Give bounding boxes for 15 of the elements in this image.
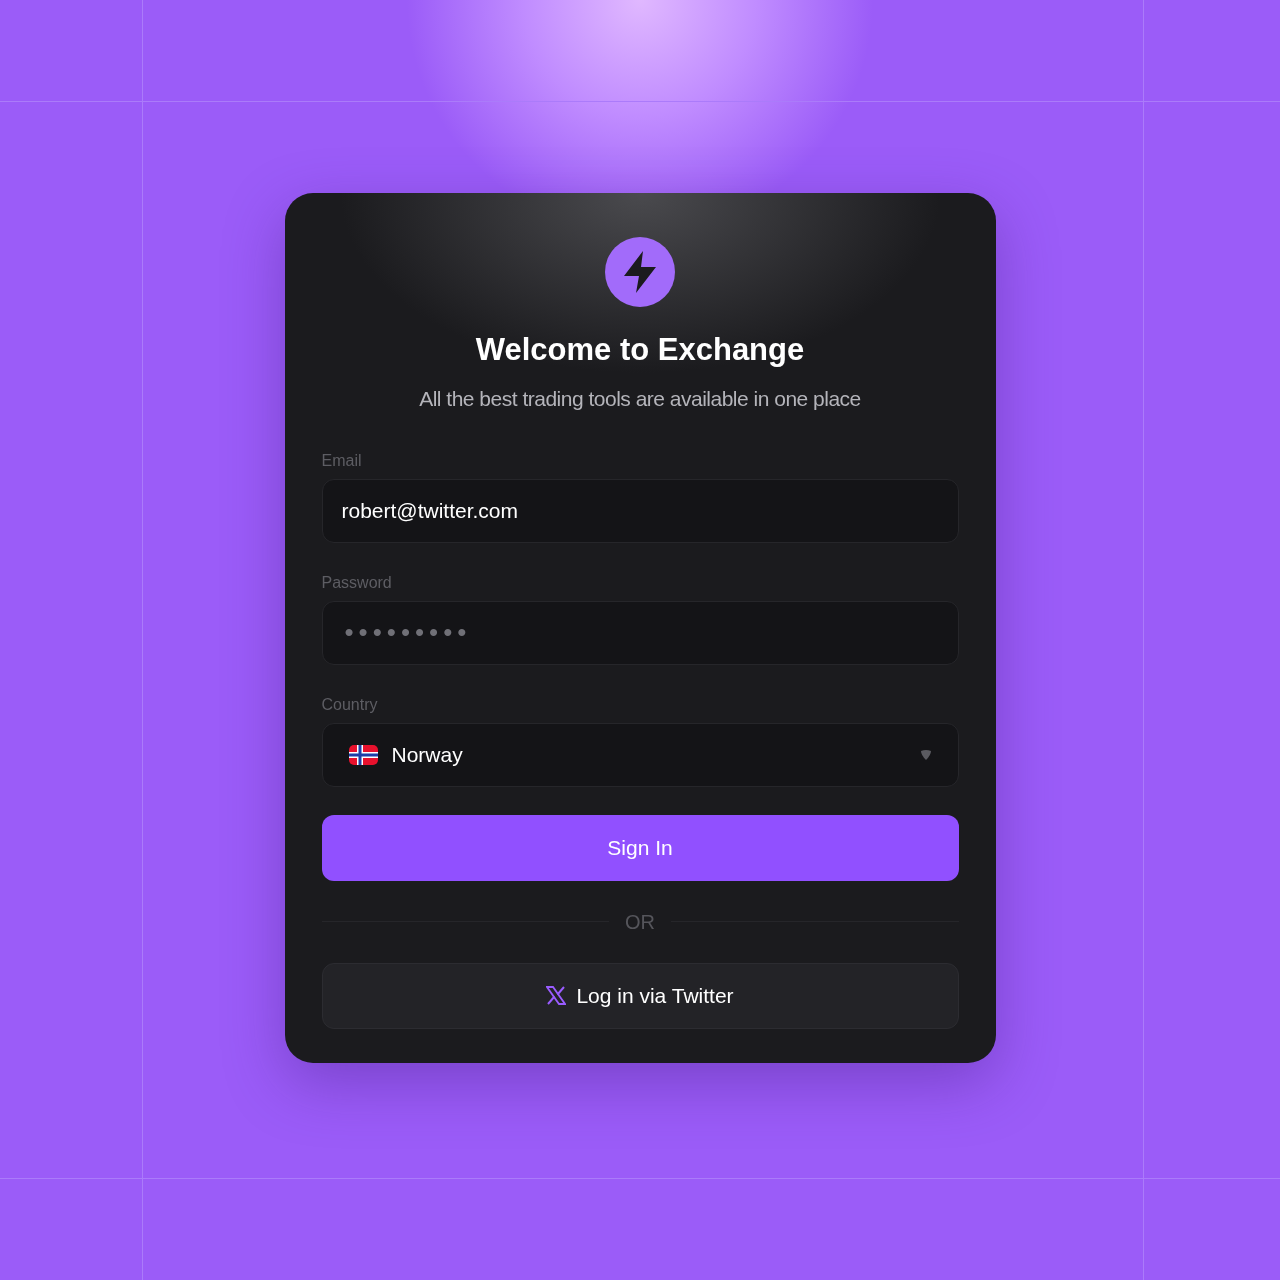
x-logo-icon xyxy=(546,986,567,1005)
sign-in-button[interactable]: Sign In xyxy=(321,814,959,881)
subtitle: All the best trading tools are available in one place xyxy=(419,386,861,412)
twitter-login-button[interactable]: Log in via Twitter xyxy=(321,962,959,1029)
field-label: Password xyxy=(321,574,393,591)
password-field[interactable]: ••••••••• xyxy=(321,600,959,665)
country-select[interactable]: Norway xyxy=(321,722,959,787)
welcome-title: Welcome to Exchange xyxy=(475,334,805,365)
email-field[interactable]: robert@twitter.com xyxy=(321,478,959,543)
flag-icon xyxy=(348,744,378,765)
caret-icon xyxy=(919,748,932,761)
field-label: Email xyxy=(321,452,363,469)
field-label: Country xyxy=(321,696,379,713)
or-divider-text: OR xyxy=(625,909,655,935)
lightning-logo-icon xyxy=(605,237,675,307)
